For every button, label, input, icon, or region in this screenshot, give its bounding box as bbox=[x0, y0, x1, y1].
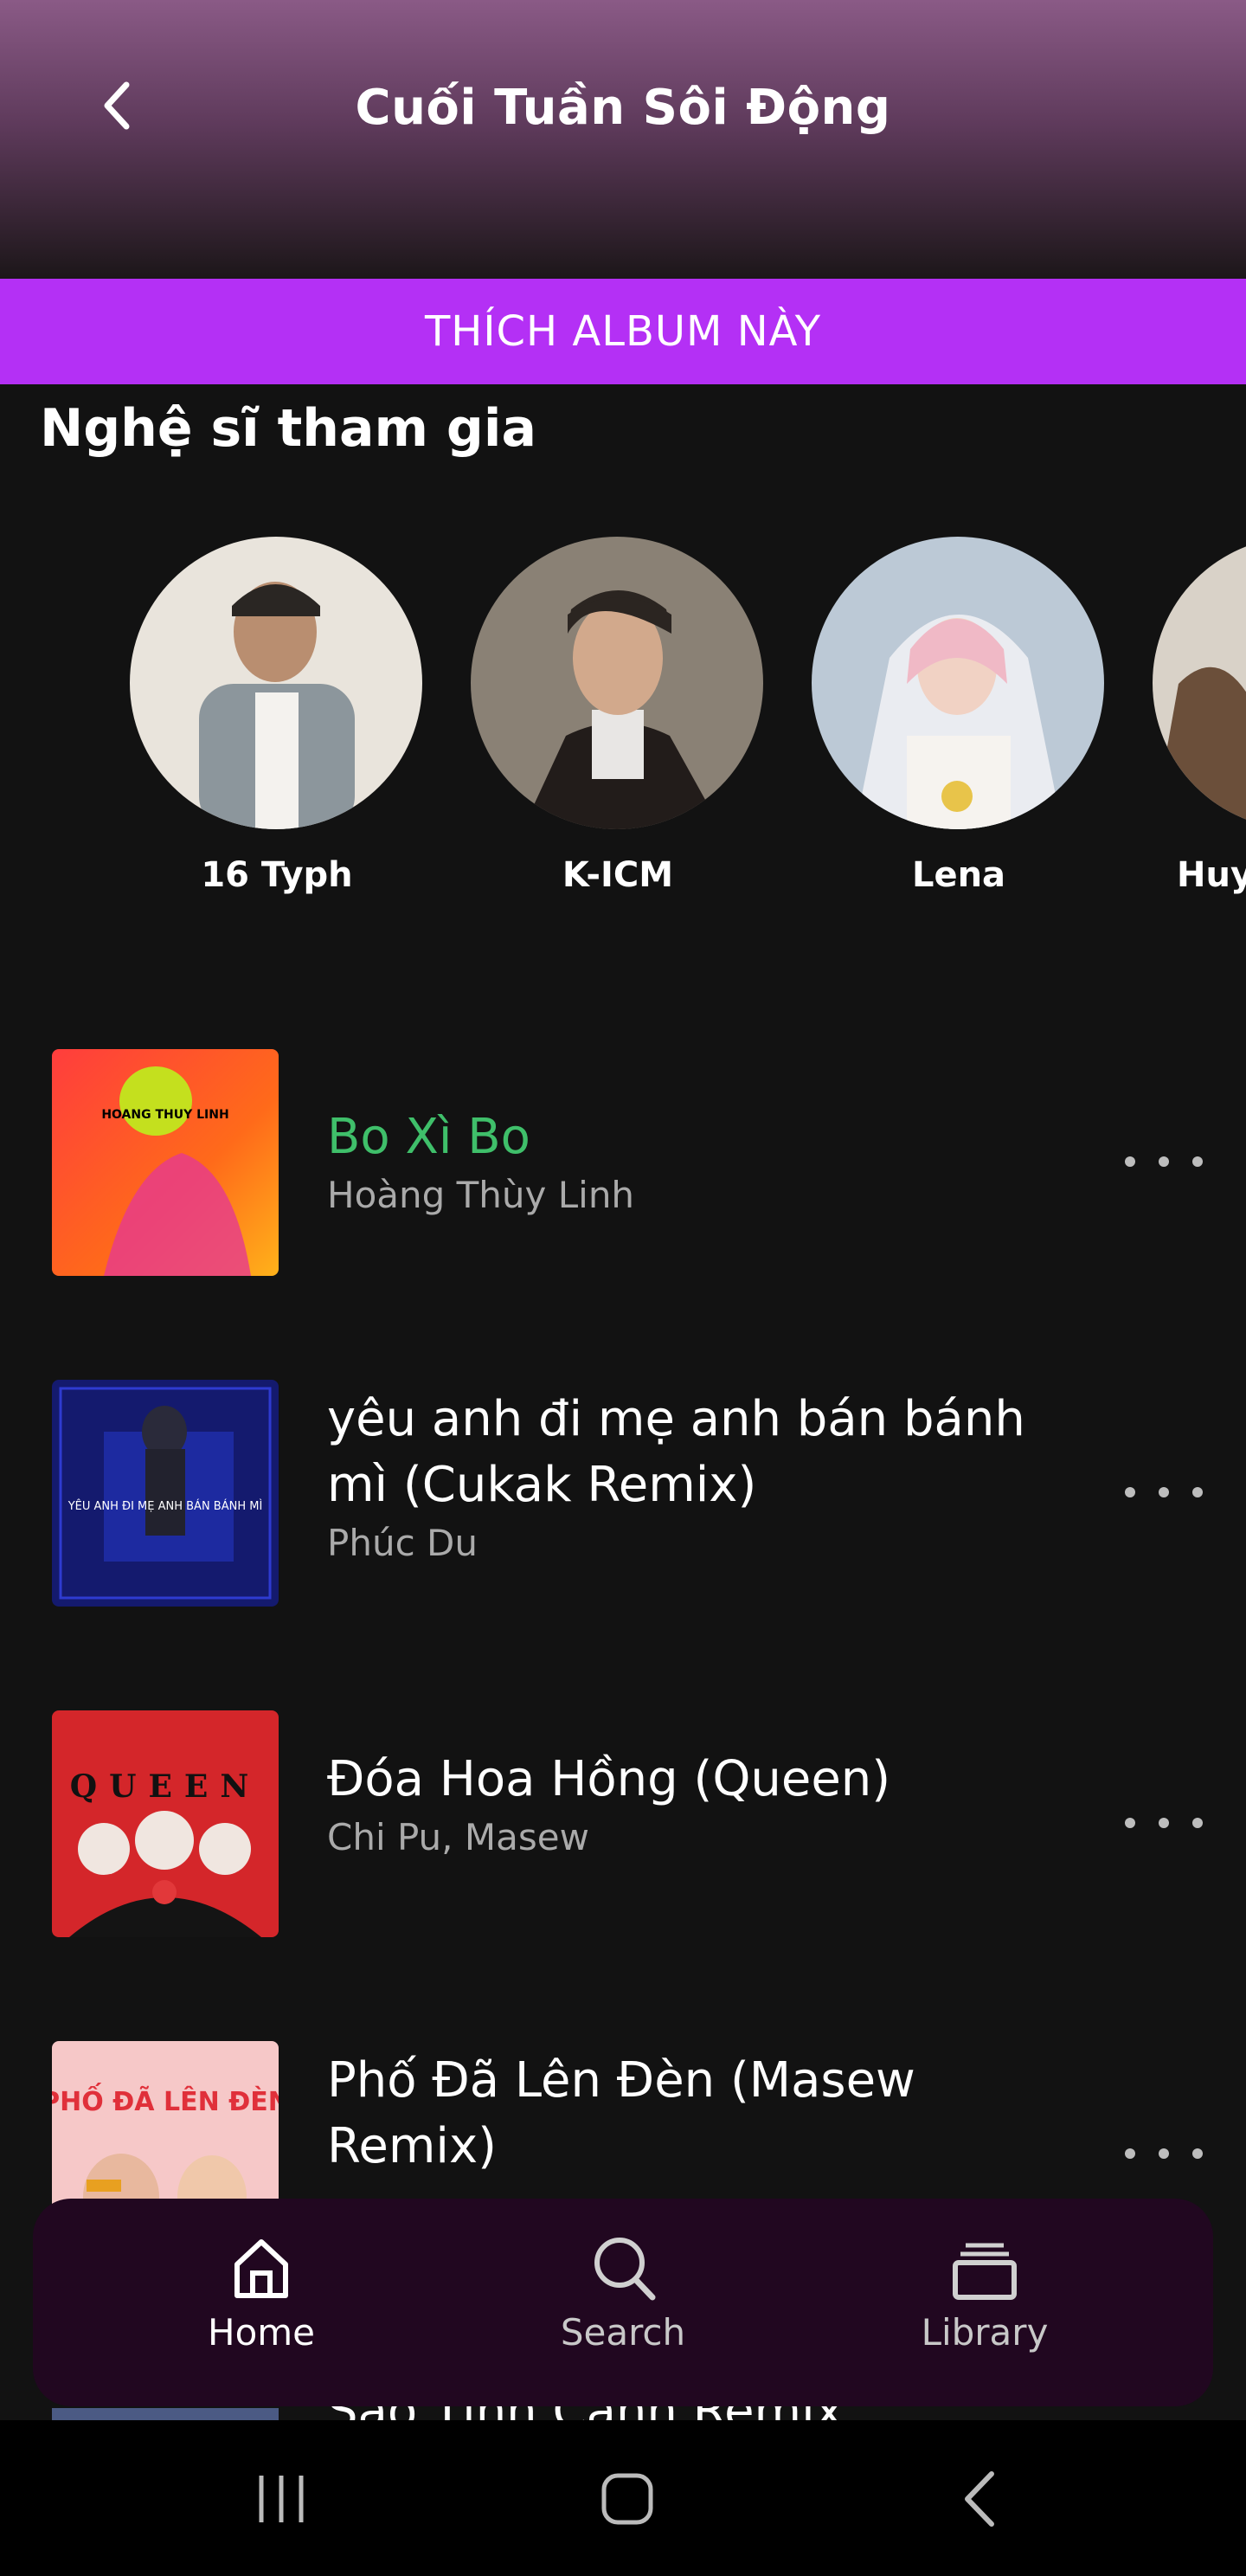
track-artist: Chi Pu, Masew bbox=[327, 1816, 589, 1858]
track-info: yêu anh đi mẹ anh bán bánh mì (Cukak Rem… bbox=[327, 1387, 1037, 1568]
cover-text: YÊU ANH ĐI MẸ ANH BÁN BÁNH MÌ bbox=[67, 1499, 263, 1513]
more-options-button[interactable] bbox=[1125, 1466, 1203, 1518]
library-icon bbox=[953, 2243, 1017, 2300]
section-title-artists: Nghệ sĩ tham gia bbox=[40, 398, 536, 459]
track-artist: Phúc Du bbox=[327, 1522, 478, 1564]
artist-item[interactable]: K-ICM bbox=[471, 537, 765, 895]
cover-text: QUEEN bbox=[70, 1768, 261, 1805]
like-album-button[interactable]: THÍCH ALBUM NÀY bbox=[0, 279, 1246, 384]
track-row[interactable]: HOANG THUY LINH Bo Xì Bo Hoàng Thùy Linh bbox=[0, 1030, 1246, 1276]
track-info: Bo Xì Bo Hoàng Thùy Linh bbox=[327, 1104, 1037, 1220]
artist-avatar bbox=[471, 537, 763, 829]
artist-name: Lena bbox=[911, 855, 1006, 895]
cover-text: PHỐ ĐÃ LÊN ĐÈN bbox=[52, 2082, 279, 2117]
track-row[interactable]: QUEEN Đóa Hoa Hồng (Queen) Chi Pu, Masew bbox=[0, 1691, 1246, 1937]
track-row[interactable]: YÊU ANH ĐI MẸ ANH BÁN BÁNH MÌ yêu anh đi… bbox=[0, 1361, 1246, 1607]
artists-carousel[interactable]: 16 Typh K-ICM Lena Huy bbox=[0, 537, 1246, 918]
page-title: Cuối Tuần Sôi Động bbox=[355, 80, 891, 136]
more-options-button[interactable] bbox=[1125, 1797, 1203, 1849]
artist-name: Huy bbox=[1177, 855, 1246, 895]
cover-text: HOANG THUY LINH bbox=[101, 1108, 228, 1122]
nav-home[interactable]: Home bbox=[132, 2233, 391, 2354]
artist-item[interactable]: 16 Typh bbox=[130, 537, 424, 895]
home-system-icon[interactable] bbox=[597, 2469, 658, 2529]
track-title: yêu anh đi mẹ anh bán bánh mì (Cukak Rem… bbox=[327, 1391, 1025, 1513]
artist-name: K-ICM bbox=[562, 855, 674, 895]
track-cover: QUEEN bbox=[52, 1710, 279, 1937]
artist-name: 16 Typh bbox=[201, 855, 353, 895]
artist-avatar bbox=[1153, 537, 1246, 829]
home-icon bbox=[234, 2239, 288, 2298]
more-options-button[interactable] bbox=[1125, 2128, 1203, 2180]
nav-label: Home bbox=[207, 2311, 316, 2354]
track-title: Đóa Hoa Hồng (Queen) bbox=[327, 1751, 891, 1807]
track-artist: Hoàng Thùy Linh bbox=[327, 1174, 635, 1216]
artist-item[interactable]: Huy bbox=[1153, 537, 1246, 895]
track-cover: YÊU ANH ĐI MẸ ANH BÁN BÁNH MÌ bbox=[52, 1380, 279, 1607]
recent-apps-icon[interactable] bbox=[251, 2469, 312, 2529]
artist-item[interactable]: Lena bbox=[812, 537, 1106, 895]
artist-avatar bbox=[130, 537, 422, 829]
artist-avatar bbox=[812, 537, 1104, 829]
search-icon bbox=[594, 2238, 656, 2301]
nav-search[interactable]: Search bbox=[493, 2233, 753, 2354]
system-navigation-bar bbox=[0, 2420, 1246, 2576]
track-cover bbox=[52, 2408, 279, 2420]
bottom-navigation: Home Search Library bbox=[33, 2199, 1213, 2406]
nav-library[interactable]: Library bbox=[855, 2233, 1114, 2354]
track-title: Phố Đã Lên Đèn (Masew Remix) bbox=[327, 2052, 915, 2174]
nav-label: Search bbox=[560, 2311, 686, 2354]
track-cover: HOANG THUY LINH bbox=[52, 1049, 279, 1276]
more-options-button[interactable] bbox=[1125, 1136, 1203, 1188]
track-title: Bo Xì Bo bbox=[327, 1109, 530, 1165]
back-system-icon[interactable] bbox=[952, 2469, 1012, 2529]
nav-label: Library bbox=[921, 2311, 1049, 2354]
track-info: Phố Đã Lên Đèn (Masew Remix) bbox=[327, 2048, 1037, 2180]
track-info: Đóa Hoa Hồng (Queen) Chi Pu, Masew bbox=[327, 1747, 1037, 1863]
header: Cuối Tuần Sôi Động bbox=[0, 0, 1246, 279]
